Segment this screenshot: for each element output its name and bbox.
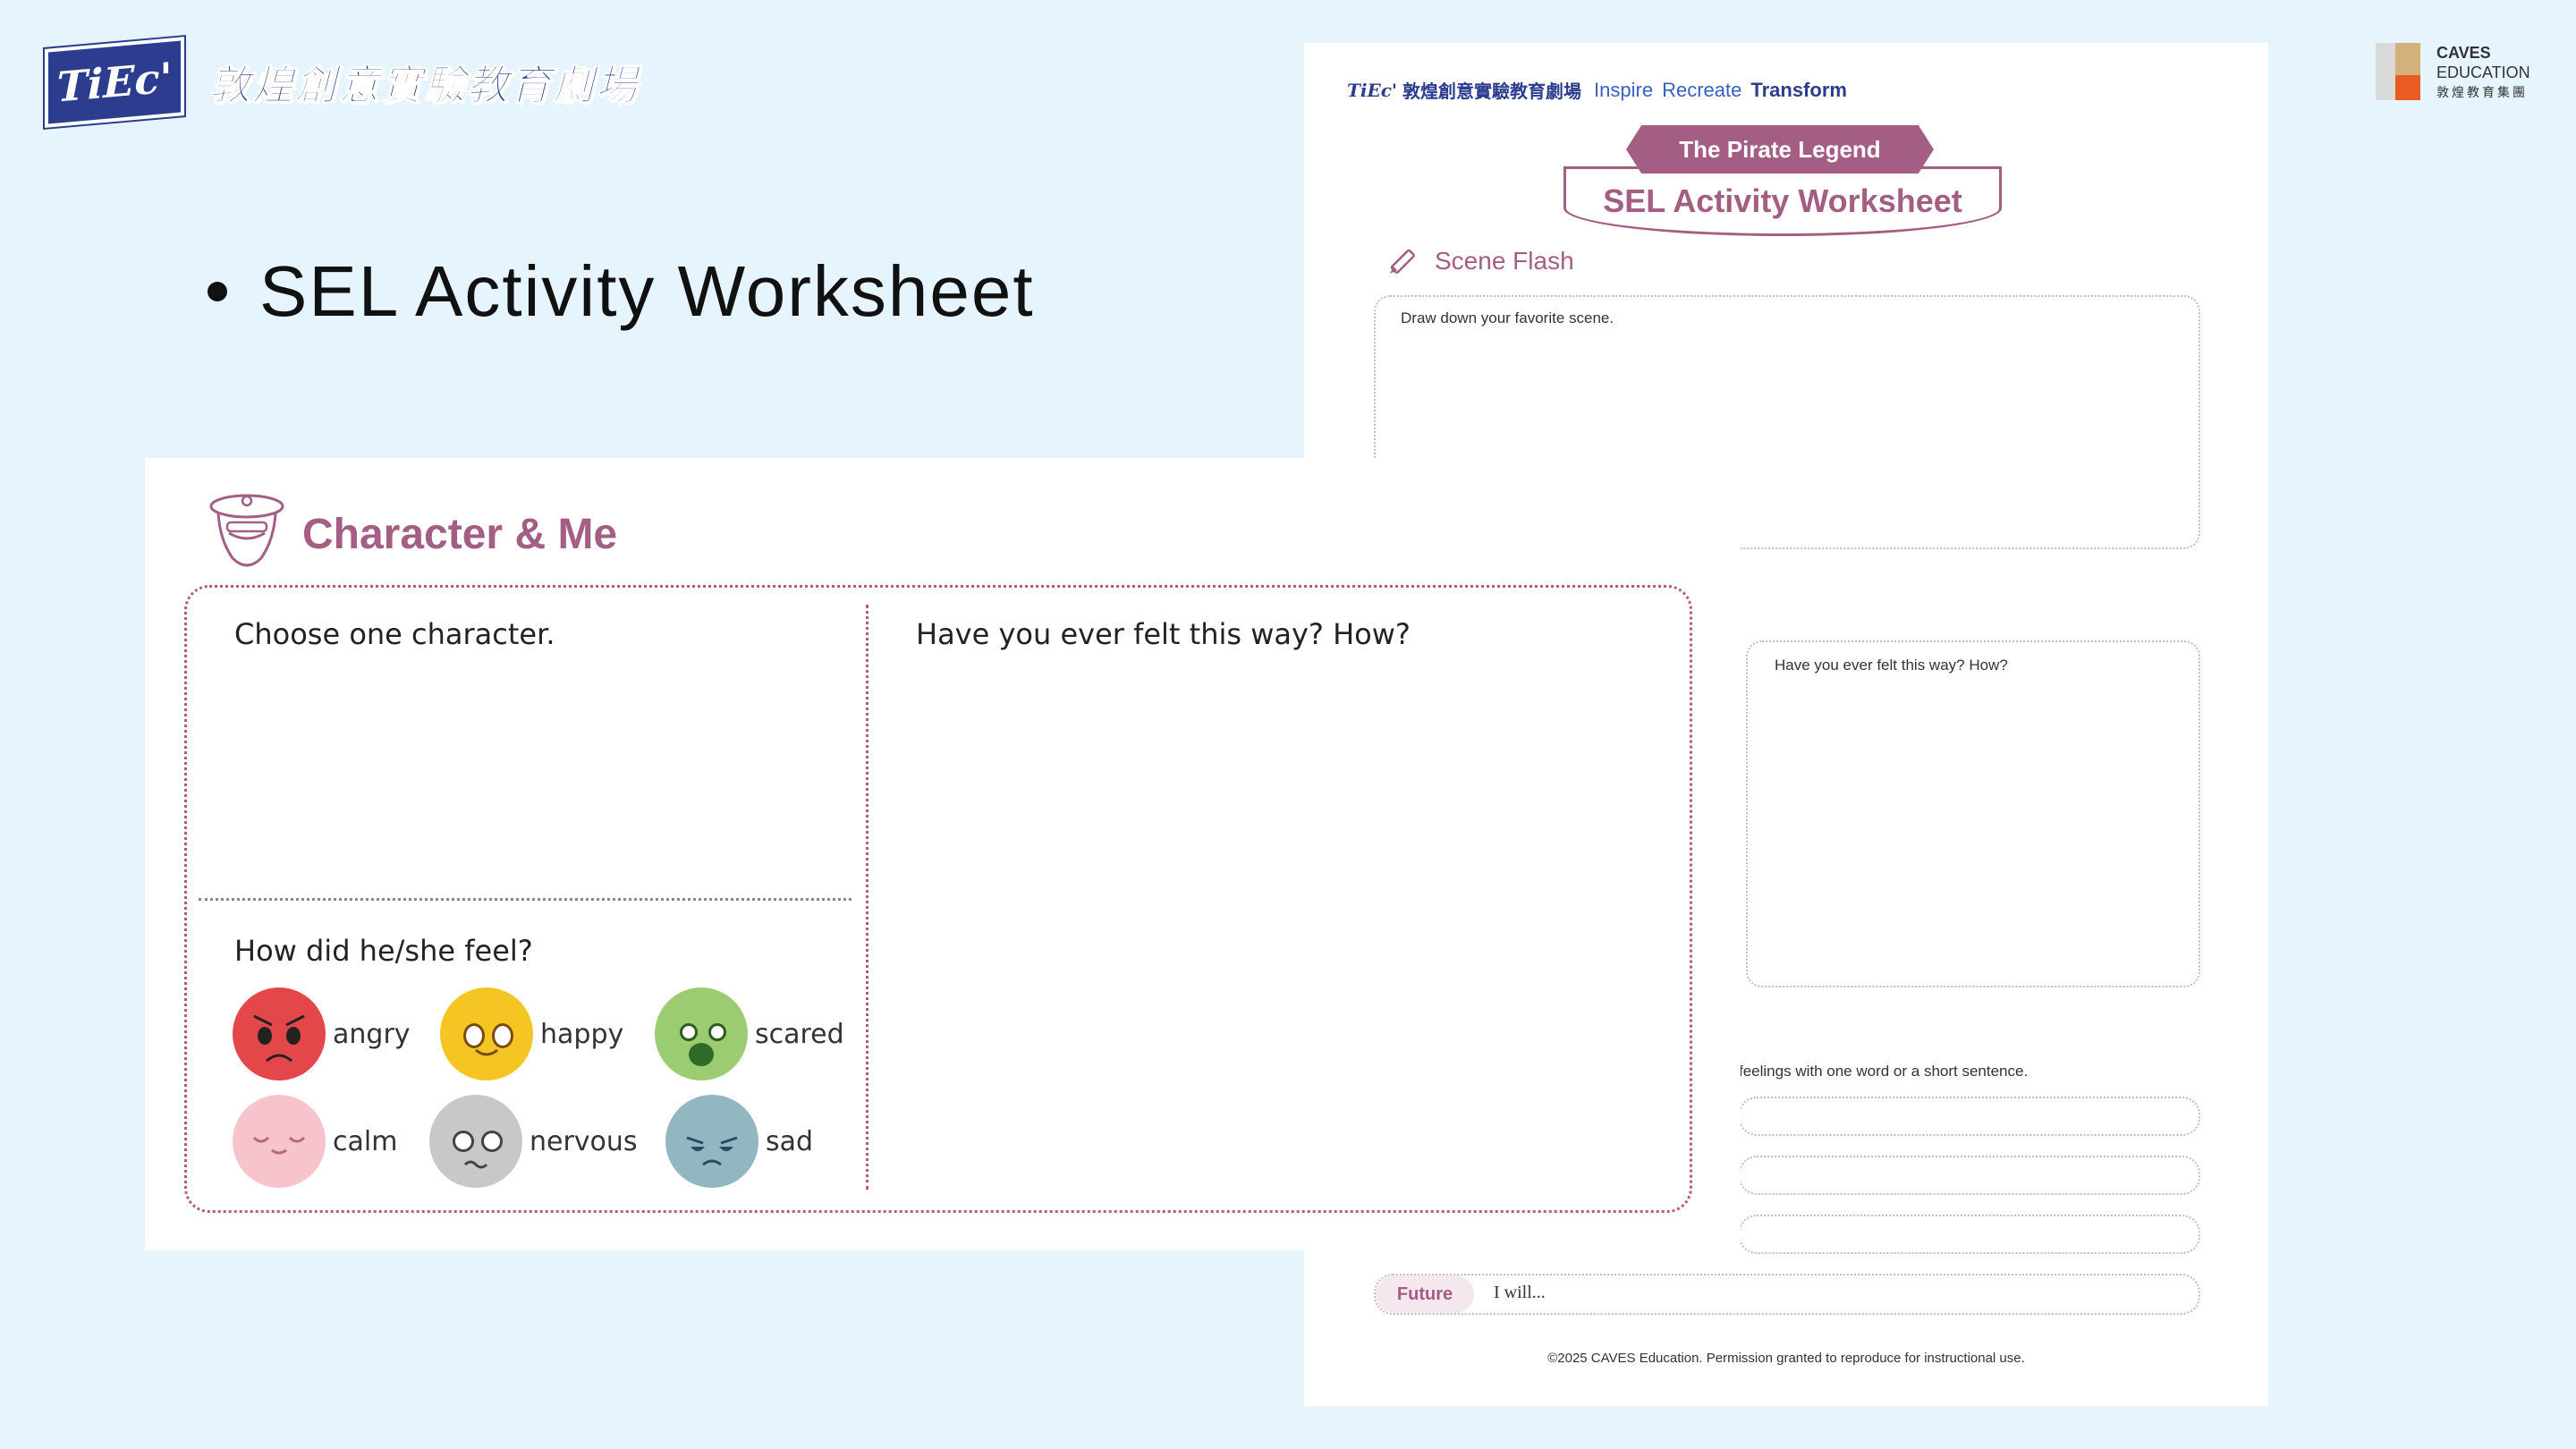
emotion-scared[interactable]: scared [655, 987, 844, 1080]
emotion-label-scared: scared [755, 1018, 844, 1050]
brand-badge: TiEc' [45, 37, 184, 128]
answer-line-2[interactable] [1739, 1156, 2200, 1195]
worksheet-header-cn: 敦煌創意實驗教育劇場 [1402, 82, 1582, 102]
brand-chinese-name: 敦煌創意實驗教育劇場 [209, 61, 639, 110]
vertical-divider [866, 605, 869, 1190]
emotion-sad[interactable]: sad [665, 1095, 813, 1188]
emotion-happy[interactable]: happy [440, 987, 623, 1080]
slide-heading-text: SEL Activity Worksheet [259, 251, 1035, 331]
felt-prompt-small: Have you ever felt this way? How? [1775, 657, 2008, 674]
tagline-transform: Transform [1750, 78, 1847, 101]
scene-flash-title: Scene Flash [1386, 245, 1574, 277]
feelings-prompt: feelings with one word or a short senten… [1739, 1063, 2029, 1080]
pencil-icon [1390, 249, 1415, 274]
slide-heading: SEL Activity Worksheet [208, 250, 1035, 333]
pirate-hat-icon [209, 494, 284, 567]
brand-logo: TiEc' 敦煌創意實驗教育劇場 [45, 37, 639, 128]
emotion-label-nervous: nervous [530, 1125, 638, 1157]
emotion-label-sad: sad [766, 1125, 814, 1157]
nervous-face-icon [429, 1095, 522, 1188]
emotion-calm[interactable]: calm [233, 1095, 397, 1188]
banner-top: The Pirate Legend [1626, 125, 1934, 174]
choose-character-area[interactable] [200, 673, 844, 884]
emotion-angry[interactable]: angry [233, 987, 411, 1080]
sad-face-icon [665, 1095, 758, 1188]
caves-mark-icon [2376, 43, 2420, 100]
emotion-label-calm: calm [333, 1125, 398, 1157]
emotion-nervous[interactable]: nervous [429, 1095, 638, 1188]
future-label: Future [1376, 1275, 1474, 1313]
felt-this-way-area[interactable] [887, 673, 1665, 1191]
bullet-icon [208, 282, 227, 301]
character-card: Character & Me Choose one character. Hav… [145, 458, 1741, 1250]
copyright: ©2025 CAVES Education. Permission grante… [1547, 1351, 2025, 1366]
felt-this-way-prompt: Have you ever felt this way? How? [916, 617, 1411, 651]
banner-main: SEL Activity Worksheet [1563, 166, 2002, 236]
scared-face-icon [655, 987, 748, 1080]
horizontal-divider [199, 898, 852, 901]
felt-answer-box[interactable] [1746, 640, 2200, 987]
caves-line3: 敦煌教育集團 [2436, 85, 2528, 99]
scene-flash-title-text: Scene Flash [1435, 247, 1574, 275]
future-text: I will... [1494, 1283, 1546, 1302]
card-title: Character & Me [302, 511, 618, 558]
calm-face-icon [233, 1095, 326, 1188]
scene-prompt: Draw down your favorite scene. [1401, 309, 1614, 326]
worksheet-header: TiEc' 敦煌創意實驗教育劇場 Inspire Recreate Transf… [1347, 77, 1847, 103]
answer-line-1[interactable] [1739, 1097, 2200, 1136]
caves-text: CAVES EDUCATION 敦煌教育集團 [2436, 43, 2530, 102]
caves-line1: CAVES [2436, 44, 2491, 62]
answer-line-3[interactable] [1739, 1215, 2200, 1254]
how-feel-prompt: How did he/she feel? [234, 934, 533, 968]
tagline-recreate: Recreate [1662, 78, 1742, 101]
happy-face-icon [440, 987, 533, 1080]
choose-character-prompt: Choose one character. [234, 617, 555, 651]
tagline-inspire: Inspire [1594, 78, 1654, 101]
angry-face-icon [233, 987, 326, 1080]
emotion-label-angry: angry [333, 1018, 411, 1050]
worksheet-header-logo: TiEc' [1347, 79, 1398, 101]
caves-logo: CAVES EDUCATION 敦煌教育集團 [2376, 43, 2530, 102]
emotion-label-happy: happy [540, 1018, 624, 1050]
caves-line2: EDUCATION [2436, 64, 2530, 81]
